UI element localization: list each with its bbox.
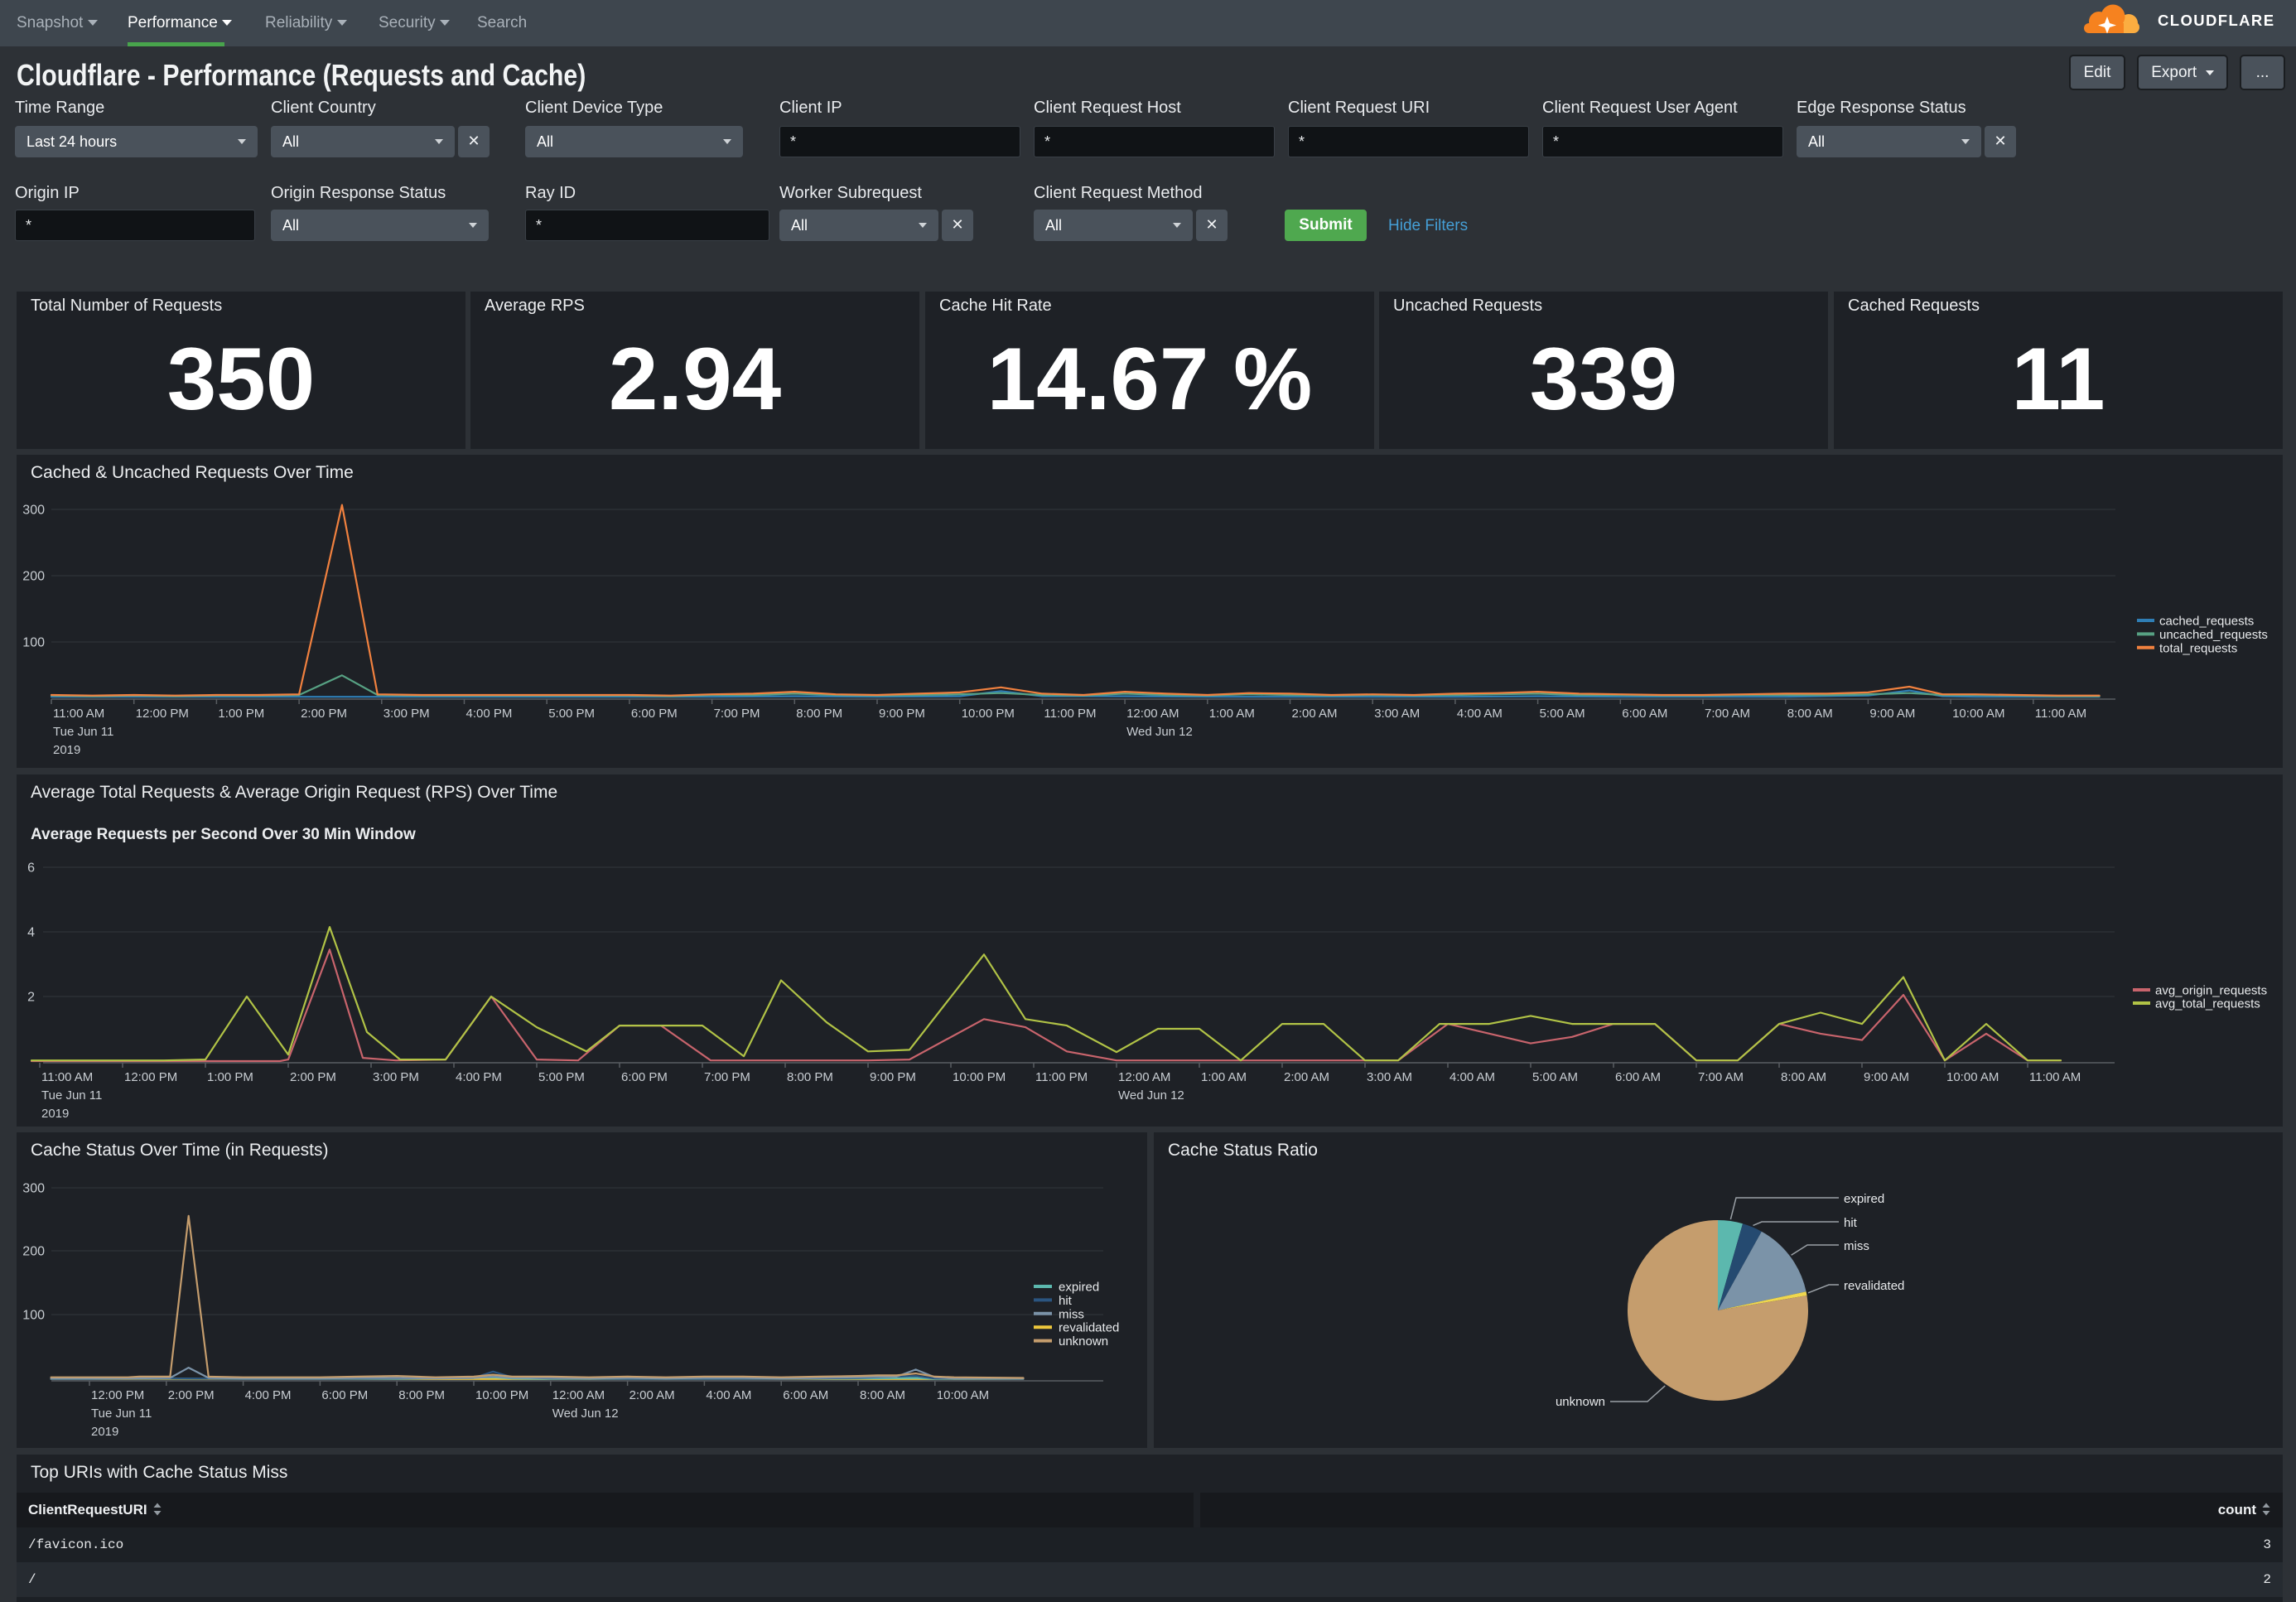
svg-text:12:00 AM: 12:00 AM xyxy=(1126,707,1179,721)
svg-text:11:00 AM: 11:00 AM xyxy=(41,1070,93,1084)
svg-text:200: 200 xyxy=(22,1245,45,1259)
svg-text:300: 300 xyxy=(22,504,45,518)
svg-text:6:00 PM: 6:00 PM xyxy=(631,707,678,721)
svg-text:9:00 AM: 9:00 AM xyxy=(1864,1070,1909,1084)
svg-text:9:00 PM: 9:00 PM xyxy=(879,707,925,721)
svg-text:4:00 PM: 4:00 PM xyxy=(245,1388,292,1402)
svg-text:2:00 PM: 2:00 PM xyxy=(168,1388,215,1402)
svg-text:Tue Jun 11: Tue Jun 11 xyxy=(91,1407,152,1421)
svg-text:12:00 PM: 12:00 PM xyxy=(124,1070,177,1084)
svg-text:11:00 AM: 11:00 AM xyxy=(2035,707,2086,721)
svg-text:12:00 AM: 12:00 AM xyxy=(552,1388,605,1402)
svg-text:12:00 PM: 12:00 PM xyxy=(136,707,189,721)
svg-text:7:00 PM: 7:00 PM xyxy=(704,1070,750,1084)
svg-text:expired: expired xyxy=(1844,1192,1884,1206)
svg-text:4:00 AM: 4:00 AM xyxy=(706,1388,751,1402)
svg-text:11:00 AM: 11:00 AM xyxy=(2029,1070,2081,1084)
svg-text:1:00 PM: 1:00 PM xyxy=(218,707,264,721)
svg-text:10:00 AM: 10:00 AM xyxy=(1946,1070,1999,1084)
svg-text:4:00 PM: 4:00 PM xyxy=(456,1070,502,1084)
svg-text:100: 100 xyxy=(22,1309,45,1323)
svg-text:3:00 PM: 3:00 PM xyxy=(373,1070,419,1084)
svg-text:6:00 AM: 6:00 AM xyxy=(1622,707,1667,721)
svg-text:9:00 PM: 9:00 PM xyxy=(870,1070,916,1084)
svg-text:3:00 AM: 3:00 AM xyxy=(1367,1070,1412,1084)
svg-text:4:00 AM: 4:00 AM xyxy=(1449,1070,1495,1084)
svg-text:cached_requests: cached_requests xyxy=(2159,615,2254,629)
svg-text:hit: hit xyxy=(1844,1216,1858,1230)
svg-text:Wed Jun 12: Wed Jun 12 xyxy=(1126,725,1193,739)
svg-text:7:00 AM: 7:00 AM xyxy=(1705,707,1750,721)
svg-text:12:00 PM: 12:00 PM xyxy=(91,1388,144,1402)
svg-text:10:00 PM: 10:00 PM xyxy=(962,707,1015,721)
svg-text:5:00 PM: 5:00 PM xyxy=(538,1070,585,1084)
svg-text:revalidated: revalidated xyxy=(1059,1321,1119,1335)
svg-text:2:00 PM: 2:00 PM xyxy=(301,707,347,721)
svg-text:4:00 AM: 4:00 AM xyxy=(1457,707,1503,721)
svg-text:8:00 PM: 8:00 PM xyxy=(398,1388,445,1402)
svg-text:11:00 PM: 11:00 PM xyxy=(1035,1070,1088,1084)
svg-text:4: 4 xyxy=(27,926,35,940)
svg-text:5:00 AM: 5:00 AM xyxy=(1532,1070,1578,1084)
svg-text:11:00 AM: 11:00 AM xyxy=(53,707,104,721)
svg-text:6:00 PM: 6:00 PM xyxy=(321,1388,368,1402)
svg-text:200: 200 xyxy=(22,570,45,584)
svg-text:8:00 PM: 8:00 PM xyxy=(796,707,842,721)
svg-text:10:00 PM: 10:00 PM xyxy=(475,1388,528,1402)
svg-text:5:00 AM: 5:00 AM xyxy=(1540,707,1585,721)
svg-text:8:00 AM: 8:00 AM xyxy=(860,1388,905,1402)
svg-text:7:00 PM: 7:00 PM xyxy=(714,707,760,721)
svg-text:3:00 PM: 3:00 PM xyxy=(383,707,430,721)
svg-text:Tue Jun 11: Tue Jun 11 xyxy=(41,1088,102,1103)
svg-text:avg_total_requests: avg_total_requests xyxy=(2155,997,2260,1011)
svg-text:miss: miss xyxy=(1844,1239,1869,1253)
svg-text:6: 6 xyxy=(27,861,35,876)
svg-text:2019: 2019 xyxy=(53,743,80,757)
svg-text:6:00 AM: 6:00 AM xyxy=(783,1388,828,1402)
svg-text:300: 300 xyxy=(22,1182,45,1196)
svg-text:11:00 PM: 11:00 PM xyxy=(1044,707,1096,721)
svg-text:8:00 PM: 8:00 PM xyxy=(787,1070,833,1084)
svg-text:total_requests: total_requests xyxy=(2159,641,2237,655)
svg-text:1:00 AM: 1:00 AM xyxy=(1209,707,1255,721)
svg-text:expired: expired xyxy=(1059,1281,1099,1295)
svg-text:unknown: unknown xyxy=(1556,1395,1605,1409)
svg-text:10:00 AM: 10:00 AM xyxy=(937,1388,989,1402)
svg-text:6:00 PM: 6:00 PM xyxy=(621,1070,668,1084)
svg-text:3:00 AM: 3:00 AM xyxy=(1374,707,1420,721)
svg-text:2019: 2019 xyxy=(91,1425,118,1439)
svg-text:4:00 PM: 4:00 PM xyxy=(466,707,513,721)
svg-text:2:00 AM: 2:00 AM xyxy=(1292,707,1338,721)
svg-text:10:00 AM: 10:00 AM xyxy=(1952,707,2004,721)
svg-text:2: 2 xyxy=(27,991,35,1005)
svg-text:CLOUDFLARE: CLOUDFLARE xyxy=(2158,12,2274,29)
svg-text:unknown: unknown xyxy=(1059,1334,1108,1349)
svg-text:Wed Jun 12: Wed Jun 12 xyxy=(1118,1088,1184,1103)
svg-text:Wed Jun 12: Wed Jun 12 xyxy=(552,1407,619,1421)
svg-text:8:00 AM: 8:00 AM xyxy=(1781,1070,1826,1084)
svg-text:Tue Jun 11: Tue Jun 11 xyxy=(53,725,113,739)
svg-text:5:00 PM: 5:00 PM xyxy=(548,707,595,721)
svg-text:100: 100 xyxy=(22,636,45,650)
svg-text:avg_origin_requests: avg_origin_requests xyxy=(2155,984,2267,998)
svg-text:hit: hit xyxy=(1059,1294,1073,1308)
svg-text:1:00 PM: 1:00 PM xyxy=(207,1070,253,1084)
svg-text:2:00 AM: 2:00 AM xyxy=(1284,1070,1329,1084)
svg-text:miss: miss xyxy=(1059,1307,1084,1321)
svg-text:1:00 AM: 1:00 AM xyxy=(1201,1070,1247,1084)
svg-text:revalidated: revalidated xyxy=(1844,1279,1904,1293)
svg-text:8:00 AM: 8:00 AM xyxy=(1787,707,1833,721)
svg-text:2:00 AM: 2:00 AM xyxy=(629,1388,675,1402)
svg-text:uncached_requests: uncached_requests xyxy=(2159,628,2268,642)
svg-text:12:00 AM: 12:00 AM xyxy=(1118,1070,1170,1084)
svg-text:2:00 PM: 2:00 PM xyxy=(290,1070,336,1084)
svg-text:9:00 AM: 9:00 AM xyxy=(1869,707,1915,721)
svg-text:2019: 2019 xyxy=(41,1107,69,1121)
svg-text:10:00 PM: 10:00 PM xyxy=(953,1070,1006,1084)
svg-text:6:00 AM: 6:00 AM xyxy=(1615,1070,1661,1084)
svg-text:7:00 AM: 7:00 AM xyxy=(1698,1070,1744,1084)
